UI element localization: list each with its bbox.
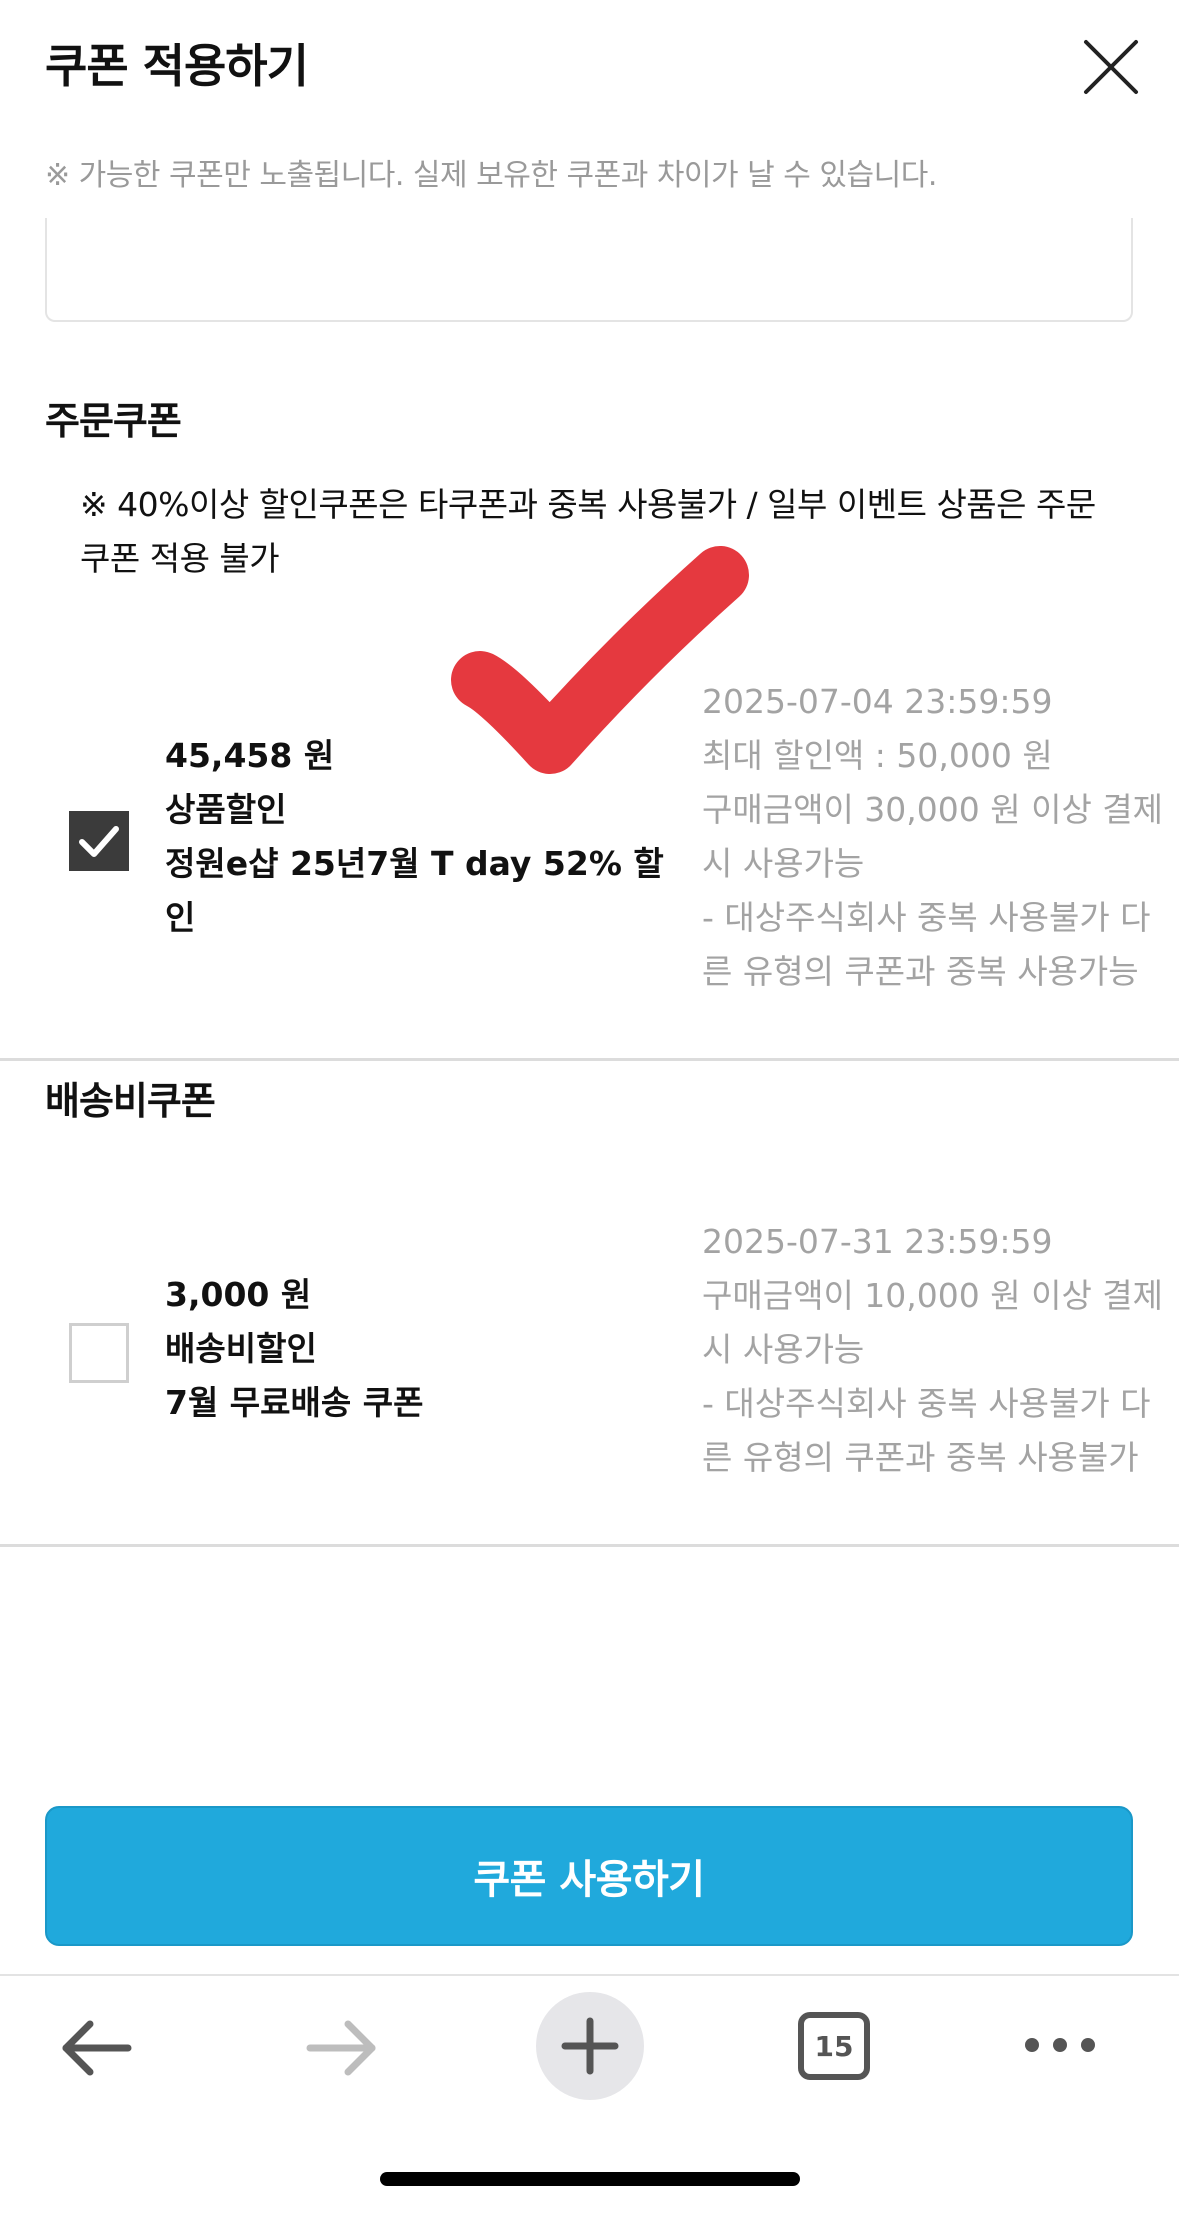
apply-coupon-button[interactable]: 쿠폰 사용하기 [45,1806,1133,1946]
coupon-type: 배송비할인 [165,1329,317,1368]
coupon-meta-shipping-discount: 2025-07-31 23:59:59 구매금액이 10,000 원 이상 결제… [702,1215,1172,1485]
forward-arrow-icon[interactable] [304,2018,380,2078]
coupon-restriction-line1: - 대상주식회사 중복 사용불가 다 [702,898,1151,937]
coupon-amount: 3,000 원 [165,1275,312,1314]
back-arrow-icon[interactable] [58,2018,134,2078]
coupon-name-line1: 정원e샵 25년7월 T day 52% 할 [165,844,664,883]
section-divider [0,1058,1179,1061]
coupon-condition-line1: 구매금액이 10,000 원 이상 결제 [702,1276,1164,1315]
order-coupon-note-line1: ※ 40%이상 할인쿠폰은 타쿠폰과 중복 사용불가 / 일부 이벤트 상품은 … [80,485,1096,524]
coupon-checkbox-product-discount[interactable] [69,811,129,871]
coupon-name-line2: 인 [165,898,196,937]
order-coupon-section-title: 주문쿠폰 [45,399,182,443]
coupon-restriction-line2: 른 유형의 쿠폰과 중복 사용불가 [702,1438,1139,1477]
close-icon [1084,40,1138,94]
modal-title: 쿠폰 적용하기 [45,39,309,93]
more-icon[interactable] [1020,2030,1100,2060]
coupon-info-shipping-discount: 3,000 원 배송비할인 7월 무료배송 쿠폰 [165,1268,665,1430]
coupon-restriction-line2: 른 유형의 쿠폰과 중복 사용가능 [702,952,1139,991]
shipping-coupon-section-title: 배송비쿠폰 [45,1079,216,1123]
coupon-checkbox-shipping-discount[interactable] [69,1323,129,1383]
red-checkmark-annotation [451,546,749,774]
section-divider [0,1544,1179,1547]
home-indicator [380,2172,800,2186]
tabs-icon[interactable]: 15 [798,2012,870,2080]
close-button[interactable] [1080,36,1142,98]
coupon-condition-line2: 시 사용가능 [702,844,865,883]
coupon-code-input[interactable] [45,218,1133,322]
new-tab-plus-icon[interactable] [535,1991,645,2101]
tab-count: 15 [814,2029,854,2063]
coupon-restriction-line1: - 대상주식회사 중복 사용불가 다 [702,1384,1151,1423]
coupon-name-line1: 7월 무료배송 쿠폰 [165,1383,424,1422]
coupon-expiry: 2025-07-31 23:59:59 [702,1222,1053,1261]
checkmark-icon [79,826,119,857]
availability-notice: ※ 가능한 쿠폰만 노출됩니다. 실제 보유한 쿠폰과 차이가 날 수 있습니다… [45,158,937,193]
coupon-condition-line2: 시 사용가능 [702,1330,865,1369]
